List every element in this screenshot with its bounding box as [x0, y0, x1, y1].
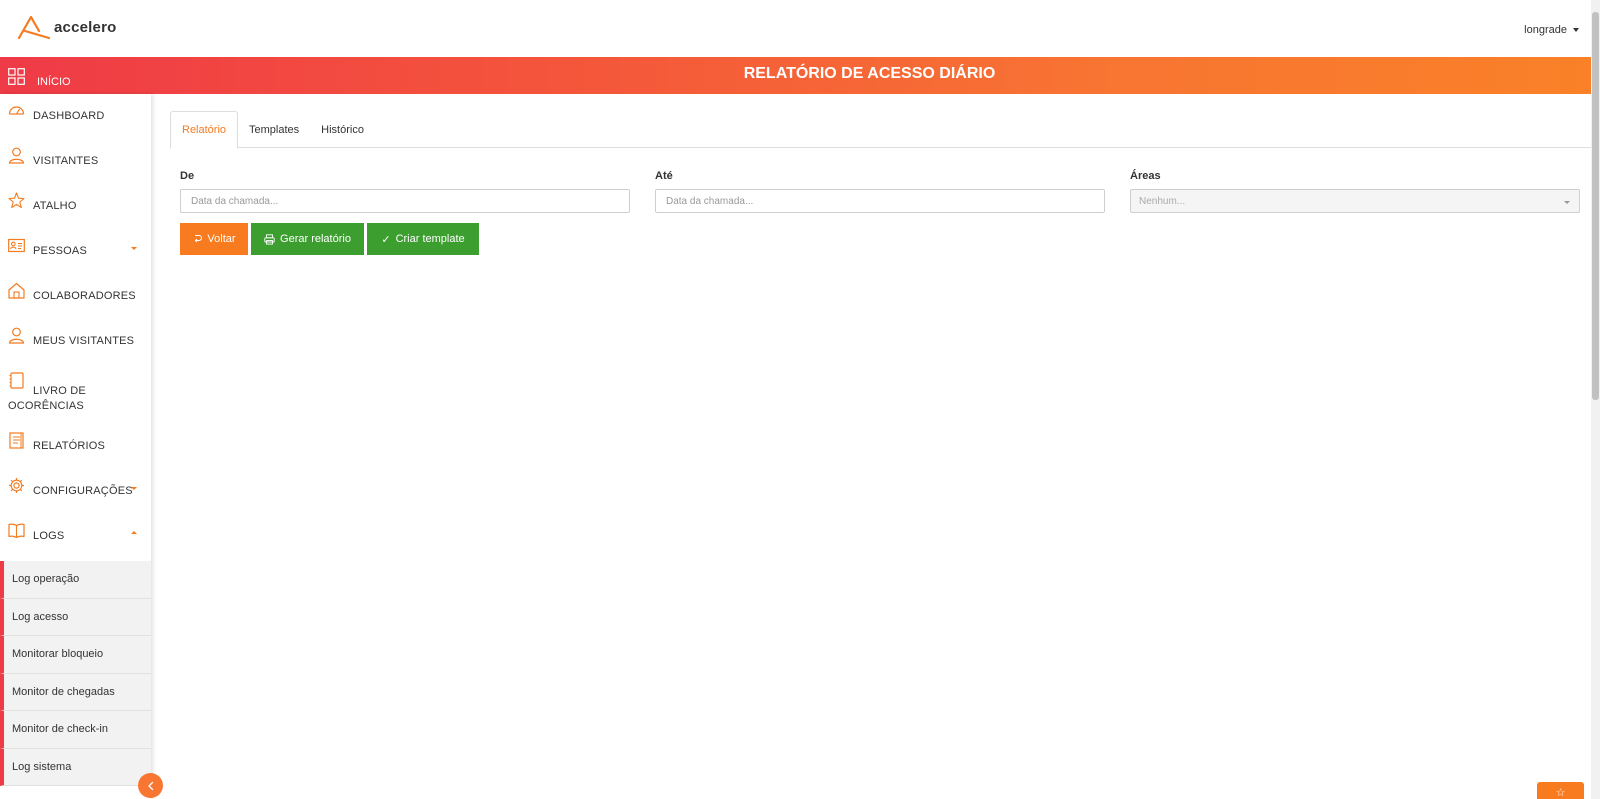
sidebar-item-colaboradores[interactable]: COLABORADORES	[0, 274, 151, 319]
to-date-label: Até	[655, 170, 673, 182]
page-scrollbar[interactable]	[1591, 0, 1600, 799]
sidebar-item-atalho[interactable]: ATALHO	[0, 184, 151, 229]
sidebar-item-label: ATALHO	[33, 200, 77, 212]
submenu-item-log-operacao[interactable]: Log operação	[0, 561, 151, 599]
user-name: longrade	[1524, 24, 1567, 36]
page-banner: INÍCIO RELATÓRIO DE ACESSO DIÁRIO	[0, 57, 1591, 94]
sidebar-item-label: RELATÓRIOS	[33, 440, 106, 452]
dashboard-icon	[8, 106, 25, 115]
logo[interactable]: accelero	[17, 14, 116, 40]
sidebar-item-pessoas[interactable]: PESSOAS	[0, 229, 151, 274]
page-title: RELATÓRIO DE ACESSO DIÁRIO	[743, 65, 996, 82]
sidebar-item-logs[interactable]: LOGS	[0, 514, 151, 559]
tab-relatorio[interactable]: Relatório	[170, 111, 239, 149]
submenu-item-log-sistema[interactable]: Log sistema	[0, 748, 151, 786]
sidebar-item-label: DASHBOARD	[33, 110, 105, 122]
areas-selected-value: Nenhum...	[1139, 195, 1186, 207]
generate-report-label: Gerar relatório	[280, 233, 351, 245]
chevron-down-icon	[131, 487, 137, 490]
accelero-logo-icon	[17, 15, 51, 40]
tab-templates[interactable]: Templates	[238, 111, 310, 148]
home-label: INÍCIO	[37, 76, 71, 88]
chevron-down-icon	[131, 247, 137, 250]
tab-historico[interactable]: Histórico	[310, 111, 375, 148]
id-card-icon	[8, 238, 25, 253]
print-icon	[264, 233, 275, 245]
sidebar-item-label: MEUS VISITANTES	[33, 335, 135, 347]
areas-select[interactable]: Nenhum...	[1130, 189, 1580, 213]
scrollbar-thumb[interactable]	[1592, 12, 1599, 400]
open-book-icon	[8, 523, 25, 539]
user-icon	[8, 327, 25, 344]
check-icon: ✓	[381, 233, 391, 246]
report-icon	[9, 432, 24, 449]
chevron-down-icon	[1564, 201, 1570, 204]
sidebar-item-meus-visitantes[interactable]: MEUS VISITANTES	[0, 319, 151, 364]
create-template-label: Criar template	[395, 233, 465, 245]
home-link[interactable]: INÍCIO	[8, 68, 71, 88]
chevron-left-icon	[147, 781, 153, 790]
sidebar-item-label: CONFIGURAÇÕES	[33, 485, 133, 497]
logs-submenu: Log operação Log acesso Monitorar bloque…	[0, 561, 151, 786]
generate-report-button[interactable]: Gerar relatório	[251, 223, 364, 255]
submenu-item-monitor-de-chegadas[interactable]: Monitor de chegadas	[0, 673, 151, 711]
to-date-placeholder: Data da chamada...	[666, 195, 754, 207]
sidebar-item-label: PESSOAS	[33, 245, 87, 257]
sidebar-item-dashboard[interactable]: DASHBOARD	[0, 94, 151, 139]
areas-label: Áreas	[1130, 170, 1161, 182]
building-icon	[8, 282, 25, 299]
sidebar-item-label: LIVRO DE OCORÊNCIAS	[8, 385, 86, 412]
sidebar-item-visitantes[interactable]: VISITANTES	[0, 139, 151, 184]
gear-icon	[9, 478, 24, 493]
sidebar-item-configuracoes[interactable]: CONFIGURAÇÕES	[0, 469, 151, 514]
chevron-up-icon	[131, 531, 137, 534]
from-date-input[interactable]: Data da chamada...	[180, 189, 630, 213]
back-button-label: Voltar	[207, 233, 236, 245]
sidebar-item-livro-de-ocorrencias[interactable]: LIVRO DE OCORÊNCIAS	[0, 364, 151, 424]
top-header: accelero longrade	[0, 0, 1591, 57]
logo-text: accelero	[54, 18, 117, 36]
report-tabs: Relatório Templates Histórico	[170, 111, 1591, 149]
chevron-down-icon	[1573, 28, 1579, 32]
sidebar-collapse-button[interactable]	[138, 773, 163, 798]
from-date-placeholder: Data da chamada...	[191, 195, 279, 207]
undo-icon	[195, 235, 203, 243]
sidebar-item-relatorios[interactable]: RELATÓRIOS	[0, 424, 151, 469]
user-menu[interactable]: longrade	[1524, 24, 1579, 36]
sidebar-item-label: VISITANTES	[33, 155, 99, 167]
submenu-item-monitor-de-check-in[interactable]: Monitor de check-in	[0, 711, 151, 749]
from-date-label: De	[180, 170, 195, 182]
user-icon	[8, 147, 25, 164]
sidebar-item-label: LOGS	[33, 530, 65, 542]
star-icon: ☆	[1555, 787, 1566, 799]
sidebar: DASHBOARD VISITANTES ATALHO PESSOAS COLA…	[0, 94, 151, 799]
submenu-item-monitorar-bloqueio[interactable]: Monitorar bloqueio	[0, 636, 151, 674]
star-icon	[8, 192, 25, 209]
create-template-button[interactable]: ✓ Criar template	[367, 223, 479, 255]
submenu-item-log-acesso[interactable]: Log acesso	[0, 598, 151, 636]
grid-icon	[8, 68, 25, 85]
to-date-input[interactable]: Data da chamada...	[655, 189, 1105, 213]
sidebar-item-label: COLABORADORES	[33, 290, 136, 302]
favorite-fab-button[interactable]: ☆	[1537, 782, 1584, 799]
back-button[interactable]: Voltar	[180, 223, 248, 255]
